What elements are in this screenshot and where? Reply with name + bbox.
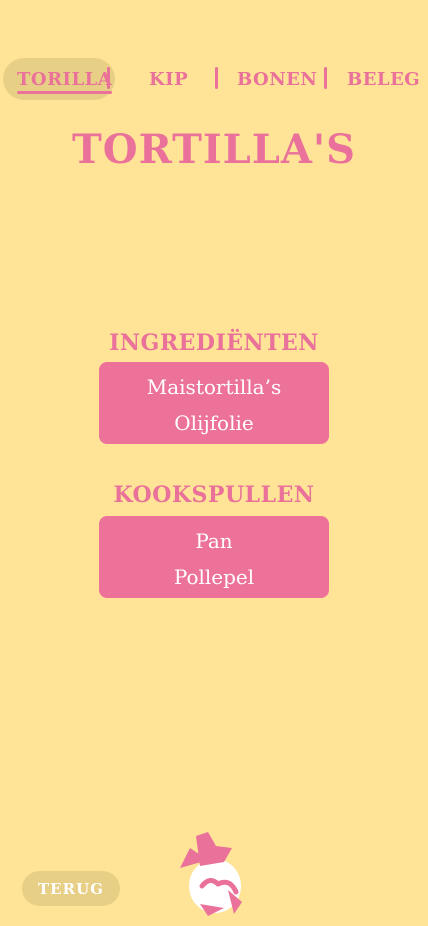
nav-divider — [215, 67, 218, 89]
nav-divider — [324, 67, 327, 89]
chef-mascot-icon — [172, 828, 254, 920]
ingredients-heading: INGREDIËNTEN — [109, 330, 319, 356]
tab-bonen[interactable]: BONEN — [237, 69, 317, 90]
list-item: Maistortilla’s — [146, 375, 282, 399]
category-nav: TORILLA KIP BONEN BELEG — [0, 56, 428, 102]
tools-card: Pan Pollepel — [99, 516, 329, 598]
list-item: Olijfolie — [174, 411, 254, 435]
page-title: TORTILLA'S — [71, 126, 357, 173]
list-item: Pollepel — [173, 565, 255, 589]
tab-torilla[interactable]: TORILLA — [17, 69, 113, 94]
tools-heading: KOOKSPULLEN — [113, 482, 315, 508]
tab-kip[interactable]: KIP — [149, 69, 188, 90]
list-item: Pan — [195, 529, 233, 553]
ingredients-card: Maistortilla’s Olijfolie — [99, 362, 329, 444]
back-button[interactable]: TERUG — [22, 871, 120, 906]
tab-beleg[interactable]: BELEG — [347, 69, 420, 90]
nav-divider — [107, 67, 110, 89]
